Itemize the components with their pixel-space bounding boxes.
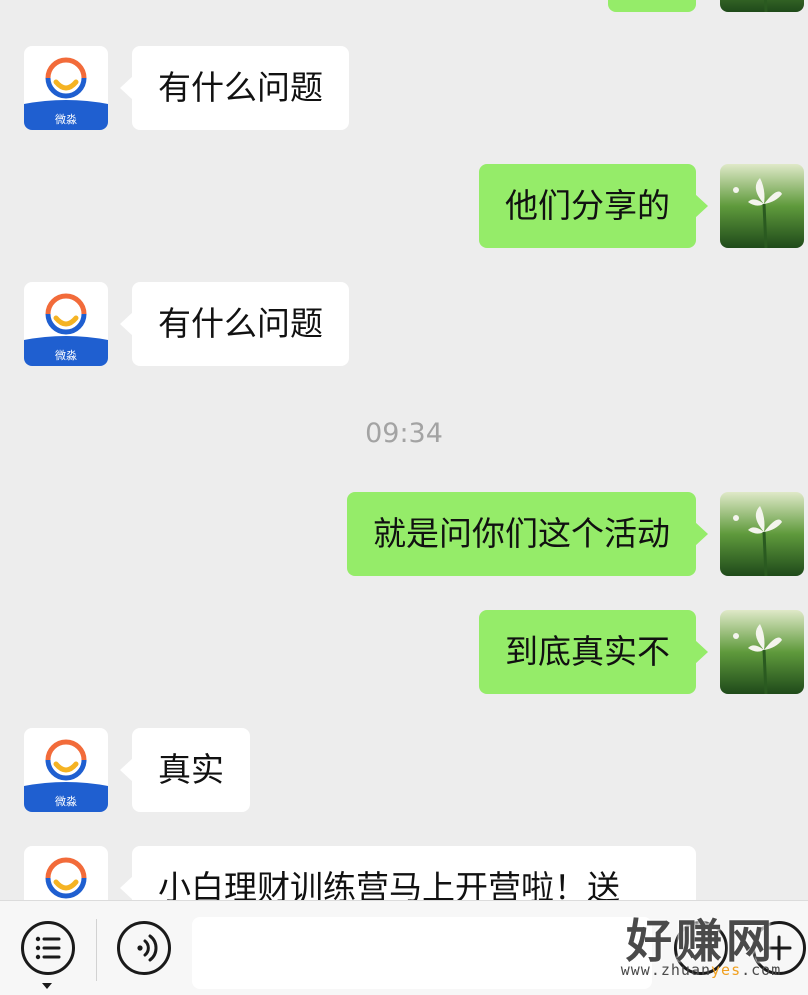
user-avatar[interactable] bbox=[720, 0, 804, 12]
message-bubble[interactable] bbox=[608, 0, 696, 12]
contact-avatar[interactable]: 微淼 bbox=[24, 728, 108, 812]
message-bubble[interactable]: 他们分享的 bbox=[479, 164, 708, 248]
message-bubble[interactable]: 有什么问题 bbox=[120, 46, 349, 130]
user-avatar[interactable] bbox=[720, 492, 804, 576]
chevron-down-icon bbox=[42, 983, 52, 989]
list-menu-icon[interactable] bbox=[21, 921, 75, 975]
message-bubble[interactable]: 有什么问题 bbox=[120, 282, 349, 366]
contact-avatar-label: 微淼 bbox=[55, 348, 77, 362]
message-bubble[interactable]: 真实 bbox=[120, 728, 250, 812]
contact-avatar[interactable]: 微淼 bbox=[24, 46, 108, 130]
watermark: 好赚网 www.zhuanyes.com bbox=[598, 905, 804, 991]
message-input[interactable] bbox=[192, 917, 652, 989]
contact-avatar-label: 微淼 bbox=[55, 794, 77, 808]
message-bubble[interactable]: 小白理财训练营马上开营啦！送 bbox=[120, 846, 696, 900]
voice-icon[interactable] bbox=[117, 921, 171, 975]
watermark-url: www.zhuanyes.com bbox=[620, 961, 782, 979]
contact-avatar[interactable]: 微淼 bbox=[24, 282, 108, 366]
chat-message-list[interactable]: 微淼 有什么问题 他们分享的 微淼 有什么问题 09:34 就是问你们这个活动 … bbox=[0, 0, 808, 900]
user-avatar[interactable] bbox=[720, 610, 804, 694]
contact-avatar-label: 微淼 bbox=[55, 112, 77, 126]
contact-avatar[interactable] bbox=[24, 846, 108, 900]
toolbar-divider bbox=[96, 919, 97, 981]
user-avatar[interactable] bbox=[720, 164, 804, 248]
message-timestamp: 09:34 bbox=[365, 418, 443, 449]
message-bubble[interactable]: 就是问你们这个活动 bbox=[347, 492, 708, 576]
message-bubble[interactable]: 到底真实不 bbox=[479, 610, 708, 694]
